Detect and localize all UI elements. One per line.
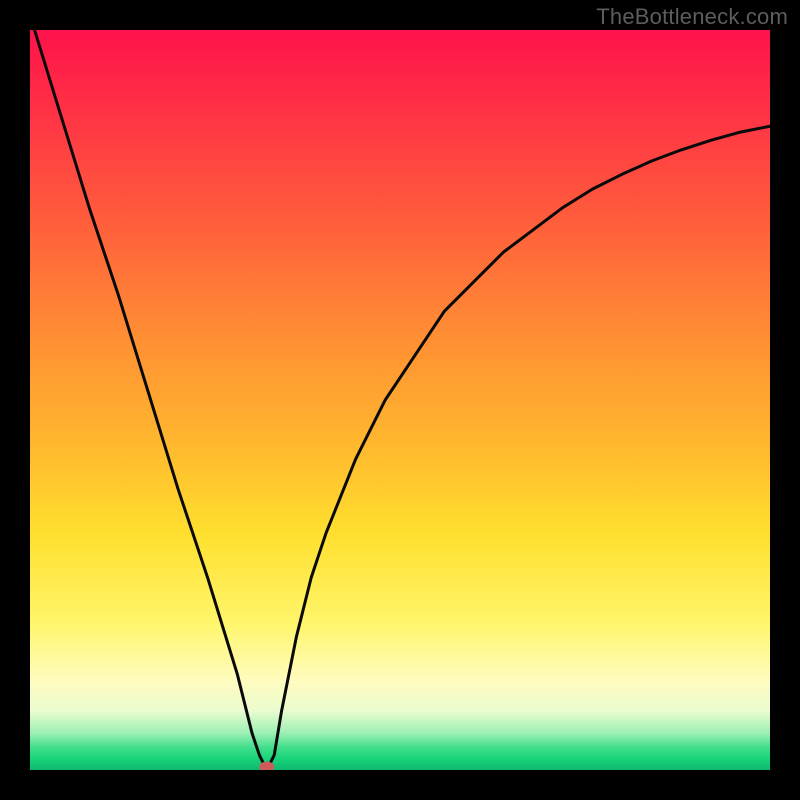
plot-area [30, 30, 770, 770]
curve-svg [30, 30, 770, 770]
bottleneck-curve [30, 30, 770, 770]
chart-frame: TheBottleneck.com [0, 0, 800, 800]
min-point-marker [260, 762, 274, 770]
watermark-text: TheBottleneck.com [596, 4, 788, 30]
